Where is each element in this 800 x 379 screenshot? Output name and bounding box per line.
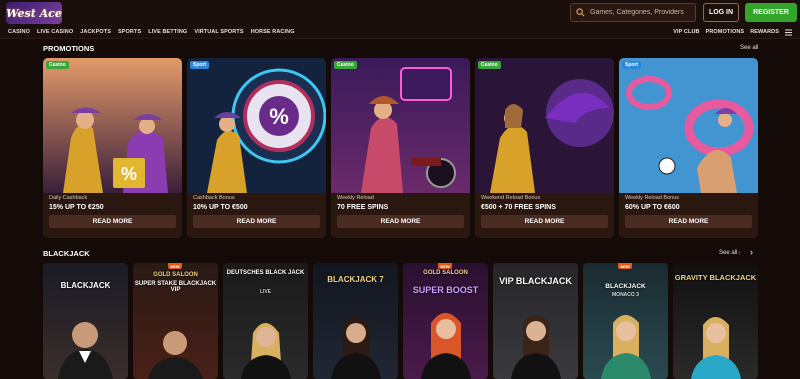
read-more-button[interactable]: READ MORE [625,215,752,228]
promo-offer: 60% UP TO €600 [625,204,680,211]
promo-card[interactable]: Casino Weekend Reload Bonus €500 + 70 FR… [475,58,614,238]
chevron-right-icon[interactable]: › [750,247,753,257]
game-title: GRAVITY BLACKJACK [674,273,757,282]
game-tile[interactable]: NEW BLACKJACK MONACO 3 [583,263,668,379]
promo-badge: Casino [478,61,501,69]
nav-vip-club[interactable]: VIP CLUB [673,29,699,36]
search-input[interactable] [590,9,694,16]
game-title: BLACKJACK [60,281,111,290]
promo-art-weekend-reload [475,58,614,193]
promotions-see-all-link[interactable]: See all [740,45,758,51]
game-tile[interactable]: DEUTSCHES BLACK JACK LIVE [223,263,308,379]
hamburger-icon[interactable] [785,29,792,36]
game-title: GOLD SALOON [153,272,198,278]
nav-casino[interactable]: CASINO [8,29,30,35]
promo-badge: Casino [334,61,357,69]
nav-virtual-sports[interactable]: VIRTUAL SPORTS [194,29,243,35]
game-subtitle: MONACO 3 [612,292,639,298]
read-more-button[interactable]: READ MORE [193,215,320,228]
nav-live-casino[interactable]: LIVE CASINO [37,29,73,35]
nav-sports[interactable]: SPORTS [118,29,141,35]
search-box[interactable] [570,3,696,22]
promo-art-weekly-reload-bonus [619,58,758,193]
game-subtitle: SUPER STAKE BLACKJACK VIP [134,281,217,293]
promotions-title: PROMOTIONS [43,44,95,53]
promo-art-weekly-reload [331,58,470,193]
nav-rewards[interactable]: REWARDS [750,29,779,36]
promo-offer: 70 FREE SPINS [337,204,389,211]
read-more-button[interactable]: READ MORE [49,215,176,228]
promo-card[interactable]: % Casino Daily Cashback 15% UP TO €250 R… [43,58,182,238]
game-tile[interactable]: NEW GOLD SALOON SUPER STAKE BLACKJACK VI… [133,263,218,379]
dealer-image [421,313,471,379]
promo-badge: Sport [622,61,642,69]
nav-jackpots[interactable]: JACKPOTS [80,29,111,35]
register-button[interactable]: REGISTER [745,3,797,22]
svg-text:%: % [121,164,137,184]
promo-art-daily-cashback: % [43,58,182,193]
game-subtitle: LIVE [259,289,272,295]
promo-type: Weekly Reload [337,195,374,201]
game-title: VIP BLACKJACK [499,276,572,286]
top-bar: West Ace LOG IN REGISTER [0,0,800,26]
chevron-left-icon[interactable]: ‹ [738,247,741,257]
main-nav: CASINO LIVE CASINO JACKPOTS SPORTS LIVE … [0,26,800,39]
dealer-image [601,315,651,379]
game-subtitle: SUPER BOOST [412,285,479,295]
promo-card[interactable]: % Sport Cashback Bonus 10% UP TO €500 RE… [187,58,326,238]
promo-art-cashback-bonus: % [187,58,326,193]
game-tile[interactable]: NEW GOLD SALOON SUPER BOOST [403,263,488,379]
search-icon [576,8,585,17]
promo-type: Weekly Reload Bonus [625,195,680,201]
dealer-image [241,323,291,379]
promo-offer: €500 + 70 FREE SPINS [481,204,556,211]
game-title: BLACKJACK 7 [327,275,384,284]
nav-live-betting[interactable]: LIVE BETTING [148,29,187,35]
game-tile[interactable]: GRAVITY BLACKJACK [673,263,758,379]
site-logo[interactable]: West Ace [6,2,62,24]
promo-card[interactable]: Sport Weekly Reload Bonus 60% UP TO €600… [619,58,758,238]
promo-card[interactable]: Casino Weekly Reload 70 FREE SPINS READ … [331,58,470,238]
promo-badge: Casino [46,61,69,69]
game-title: GOLD SALOON [423,270,468,276]
game-title: DEUTSCHES BLACK JACK [226,270,305,276]
promo-type: Weekend Reload Bonus [481,195,541,201]
promo-offer: 10% UP TO €500 [193,204,248,211]
promo-type: Daily Cashback [49,195,88,201]
promo-type: Cashback Bonus [193,195,235,201]
game-tile[interactable]: BLACKJACK [43,263,128,379]
nav-promotions[interactable]: PROMOTIONS [706,29,745,36]
game-tile[interactable]: VIP BLACKJACK [493,263,578,379]
promo-badge: Sport [190,61,210,69]
game-title: BLACKJACK [605,283,646,290]
read-more-button[interactable]: READ MORE [337,215,464,228]
game-tile[interactable]: BLACKJACK 7 [313,263,398,379]
svg-text:%: % [269,104,289,129]
blackjack-see-all-link[interactable]: See all [719,250,737,256]
nav-horse-racing[interactable]: HORSE RACING [251,29,295,35]
login-button[interactable]: LOG IN [703,3,739,22]
promo-offer: 15% UP TO €250 [49,204,104,211]
blackjack-title: BLACKJACK [43,249,90,258]
read-more-button[interactable]: READ MORE [481,215,608,228]
